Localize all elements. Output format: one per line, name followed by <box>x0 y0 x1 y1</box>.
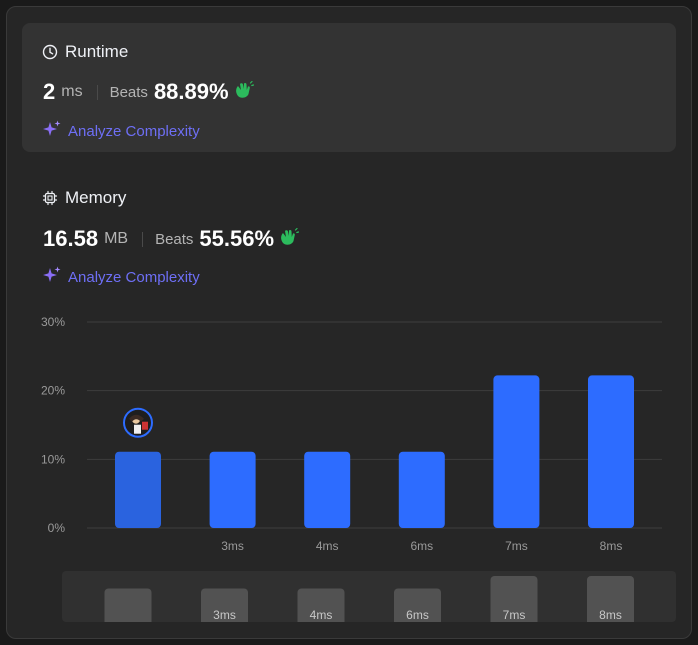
submission-stats-panel: Runtime 2 ms Beats 88.89% Analyze Comple… <box>6 6 692 639</box>
x-tick-label: 4ms <box>316 539 339 553</box>
bar[interactable] <box>588 375 634 528</box>
bar[interactable] <box>115 451 161 528</box>
chart-overview-slider[interactable]: 3ms 4ms 6ms 7ms 8ms <box>62 571 676 622</box>
overview-label: 4ms <box>310 608 333 622</box>
bar[interactable] <box>398 451 445 528</box>
y-tick-label: 0% <box>48 521 66 535</box>
avatar-accent <box>142 421 148 430</box>
overview-label: 3ms <box>213 608 236 622</box>
overview-label: 8ms <box>599 608 622 622</box>
bar[interactable] <box>493 375 540 528</box>
y-tick-label: 30% <box>41 315 65 329</box>
overview-bar <box>104 588 152 622</box>
x-tick-label: 7ms <box>505 539 528 553</box>
user-avatar-marker <box>123 407 153 438</box>
overview-label: 7ms <box>503 608 526 622</box>
x-tick-label: 3ms <box>221 539 244 553</box>
x-tick-label: 8ms <box>600 539 623 553</box>
overview-bars: 3ms 4ms 6ms 7ms 8ms <box>104 576 634 622</box>
overview-label: 6ms <box>406 608 429 622</box>
x-tick-label: 6ms <box>410 539 433 553</box>
bar[interactable] <box>209 451 256 528</box>
y-tick-label: 20% <box>41 384 65 398</box>
distribution-bar-chart[interactable]: 30% 20% 10% 0% 3ms 4ms 6ms 7ms 8ms <box>7 7 692 567</box>
bar[interactable] <box>304 451 351 528</box>
y-tick-label: 10% <box>41 452 65 466</box>
avatar-body <box>134 424 141 434</box>
